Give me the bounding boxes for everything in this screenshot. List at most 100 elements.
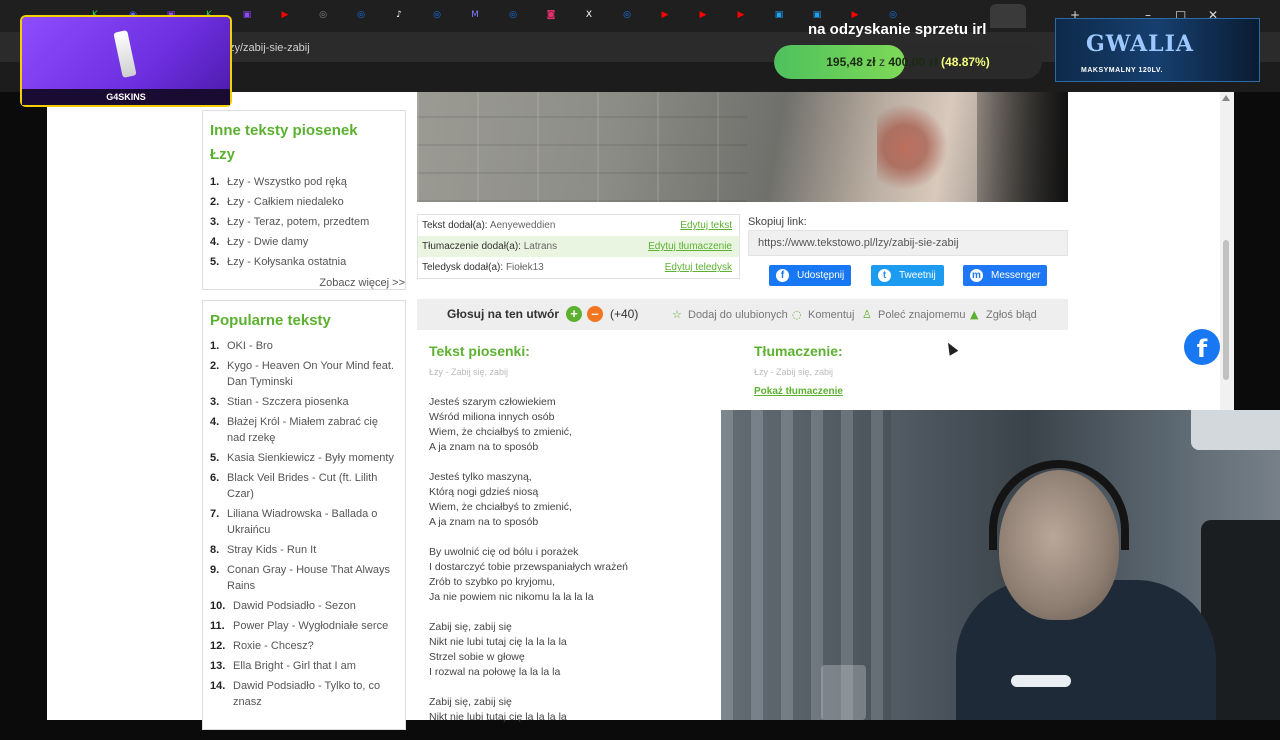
scrollbar-thumb[interactable] <box>1223 240 1229 380</box>
comment-button[interactable]: ◌ Komentuj <box>792 308 854 321</box>
browser-tab-icon[interactable]: ◎ <box>620 8 634 22</box>
facebook-floating-icon[interactable]: f <box>1184 329 1220 365</box>
list-item[interactable]: 2. Kygo - Heaven On Your Mind feat. Dan T… <box>210 357 397 393</box>
list-item[interactable]: 6. Black Veil Brides - Cut (ft. Lilith Cz… <box>210 469 397 505</box>
edit-link[interactable]: Edytuj tłumaczenie <box>648 236 732 257</box>
browser-tab-icon[interactable]: ▶ <box>658 8 672 22</box>
messenger-icon: m <box>970 269 983 282</box>
list-item-link[interactable]: Łzy - Teraz, potem, przedtem <box>227 214 369 230</box>
list-item-link[interactable]: Łzy - Dwie damy <box>227 234 308 250</box>
video-frame <box>417 92 747 202</box>
browser-tab-icon[interactable]: M <box>468 8 482 22</box>
list-item-link[interactable]: Stian - Szczera piosenka <box>227 394 349 410</box>
lyrics-line: I rozwal na połowę la la la la <box>429 666 561 678</box>
list-item[interactable]: 4. Łzy - Dwie damy <box>210 233 397 253</box>
browser-tab-icon[interactable]: ◎ <box>886 8 900 22</box>
browser-tab-icon[interactable]: ◎ <box>506 8 520 22</box>
browser-tab-icon[interactable]: ▶ <box>848 8 862 22</box>
browser-tab-icon[interactable]: ♪ <box>392 8 406 22</box>
credit-label: Tekst dodał(a): <box>422 220 488 231</box>
browser-tab-icon[interactable]: ◎ <box>430 8 444 22</box>
lyrics-line: Zabij się, zabij się <box>429 621 512 633</box>
browser-tab-icon[interactable]: ◙ <box>544 8 558 22</box>
list-item-link[interactable]: Błażej Król - Miałem zabrać cię nad rzek… <box>227 414 397 446</box>
scroll-up-icon[interactable] <box>1222 95 1230 101</box>
person-icon: ♙ <box>862 308 872 321</box>
see-more-link[interactable]: Zobacz więcej >> <box>319 273 405 291</box>
music-video-player[interactable] <box>417 92 1068 202</box>
vote-up-button[interactable]: + <box>566 306 582 322</box>
list-item-link[interactable]: Łzy - Całkiem niedaleko <box>227 194 344 210</box>
browser-tab-icon[interactable]: ◎ <box>316 8 330 22</box>
list-item[interactable]: 7. Liliana Wiadrowska - Ballada o Ukraińc… <box>210 505 397 541</box>
credit-row: Tłumaczenie dodał(a): Latrans Edytuj tłum… <box>418 236 739 257</box>
edit-link[interactable]: Edytuj tekst <box>680 215 732 236</box>
list-item-link[interactable]: Ella Bright - Girl that I am <box>233 658 356 674</box>
list-item-link[interactable]: Stray Kids - Run It <box>227 542 316 558</box>
vote-down-button[interactable]: – <box>587 306 603 322</box>
popular-songs-box: Popularne teksty 1. OKI - Bro 2. Kygo - Hea… <box>202 300 406 730</box>
list-item[interactable]: 12. Roxie - Chcesz? <box>210 637 397 657</box>
list-item-link[interactable]: Łzy - Wszystko pod ręką <box>227 174 347 190</box>
list-item[interactable]: 5. Łzy - Kołysanka ostatnia <box>210 253 397 273</box>
list-item[interactable]: 3. Stian - Szczera piosenka <box>210 393 397 413</box>
list-item[interactable]: 5. Kasia Sienkiewicz - Były momenty <box>210 449 397 469</box>
list-item[interactable]: 14. Dawid Podsiadło - Tylko to, co znasz <box>210 677 397 713</box>
add-favorite-button[interactable]: ☆ Dodaj do ulubionych <box>672 308 788 321</box>
copy-link-input[interactable]: https://www.tekstowo.pl/lzy/zabij-sie-za… <box>748 230 1068 256</box>
list-item[interactable]: 1. Łzy - Wszystko pod ręką <box>210 173 397 193</box>
url-text[interactable]: zy/zabij-sie-zabij <box>229 42 310 54</box>
list-item-link[interactable]: Roxie - Chcesz? <box>233 638 314 654</box>
list-item-link[interactable]: Power Play - Wygłodniałe serce <box>233 618 388 634</box>
browser-tab-icon[interactable]: X <box>582 8 596 22</box>
list-item-link[interactable]: Black Veil Brides - Cut (ft. Lilith Czar… <box>227 470 397 502</box>
browser-tab-icon[interactable]: ▶ <box>734 8 748 22</box>
list-item-link[interactable]: OKI - Bro <box>227 338 273 354</box>
twitter-share-button[interactable]: t Tweetnij <box>871 265 944 286</box>
list-item-link[interactable]: Kasia Sienkiewicz - Były momenty <box>227 450 394 466</box>
list-number: 5. <box>210 256 220 268</box>
star-icon: ☆ <box>672 308 682 321</box>
credit-user: Aenyeweddien <box>489 220 556 231</box>
list-item[interactable]: 1. OKI - Bro <box>210 337 397 357</box>
browser-tab-icon[interactable]: ▣ <box>810 8 824 22</box>
report-error-button[interactable]: ▲ Zgłoś błąd <box>970 308 1037 321</box>
list-item[interactable]: 13. Ella Bright - Girl that I am <box>210 657 397 677</box>
messenger-share-button[interactable]: m Messenger <box>963 265 1047 286</box>
list-item-link[interactable]: Dawid Podsiadło - Tylko to, co znasz <box>233 678 397 710</box>
lyrics-stanza: Zabij się, zabij się Nikt nie lubi tutaj … <box>429 620 719 680</box>
list-item[interactable]: 4. Błażej Król - Miałem zabrać cię nad rz… <box>210 413 397 449</box>
browser-tab-icon[interactable]: ▶ <box>696 8 710 22</box>
lyrics-line: A ja znam na to sposób <box>429 516 539 528</box>
browser-tab-icon[interactable]: ▶ <box>278 8 292 22</box>
gwalia-banner: GWALIA MAKSYMALNY 120LV. <box>1055 18 1260 82</box>
list-number: 2. <box>210 196 220 208</box>
list-number: 1. <box>210 176 220 188</box>
lyrics-line: Ja nie powiem nic nikomu la la la la <box>429 591 594 603</box>
list-item[interactable]: 11. Power Play - Wygłodniałe serce <box>210 617 397 637</box>
edit-link[interactable]: Edytuj teledysk <box>665 257 732 278</box>
list-item[interactable]: 10. Dawid Podsiadło - Sezon <box>210 597 397 617</box>
list-item[interactable]: 8. Stray Kids - Run It <box>210 541 397 561</box>
browser-tab-icon[interactable]: ▣ <box>240 8 254 22</box>
list-item[interactable]: 9. Conan Gray - House That Always Rains <box>210 561 397 597</box>
list-item[interactable]: 3. Łzy - Teraz, potem, przedtem <box>210 213 397 233</box>
facebook-share-button[interactable]: f Udostępnij <box>769 265 851 286</box>
recommend-button[interactable]: ♙ Poleć znajomemu <box>862 308 965 321</box>
gwalia-subtitle: MAKSYMALNY 120LV. <box>1081 67 1163 74</box>
browser-tab-icon[interactable]: ◎ <box>354 8 368 22</box>
list-item-link[interactable]: Dawid Podsiadło - Sezon <box>233 598 356 614</box>
list-number: 3. <box>210 396 220 408</box>
active-tab[interactable] <box>990 4 1026 28</box>
browser-tab-icon[interactable]: ▣ <box>772 8 786 22</box>
list-item-link[interactable]: Liliana Wiadrowska - Ballada o Ukraińcu <box>227 506 397 538</box>
list-number: 4. <box>210 236 220 248</box>
lyrics-line: Nikt nie lubi tutaj cię la la la la <box>429 636 567 648</box>
list-item[interactable]: 2. Łzy - Całkiem niedaleko <box>210 193 397 213</box>
list-item-link[interactable]: Kygo - Heaven On Your Mind feat. Dan Tym… <box>227 358 397 390</box>
list-item-link[interactable]: Conan Gray - House That Always Rains <box>227 562 397 594</box>
lyrics-line: A ja znam na to sposób <box>429 441 539 453</box>
twitter-icon: t <box>878 269 891 282</box>
show-translation-link[interactable]: Pokaż tłumaczenie <box>754 386 843 397</box>
list-item-link[interactable]: Łzy - Kołysanka ostatnia <box>227 254 346 270</box>
